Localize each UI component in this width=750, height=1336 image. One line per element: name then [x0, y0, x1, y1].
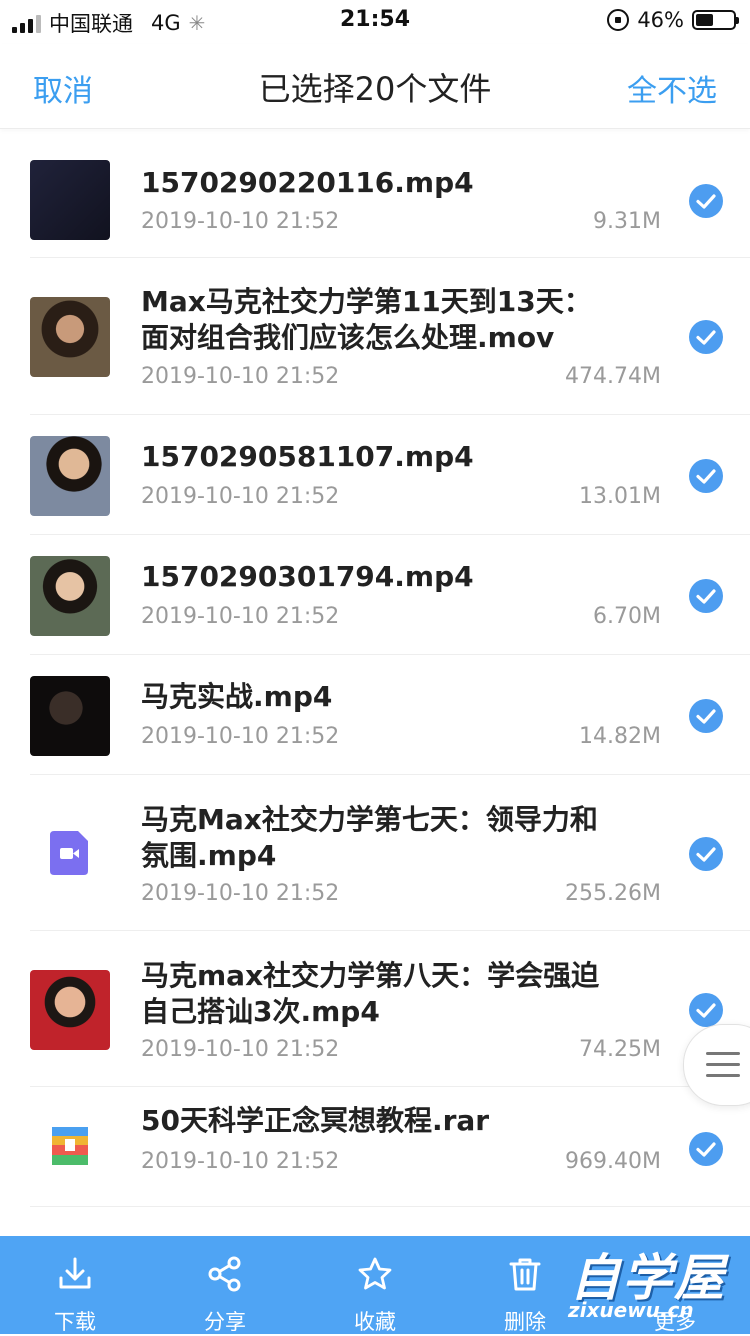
download-icon: [59, 1257, 91, 1289]
file-size: 255.26M: [565, 881, 661, 906]
file-name: 50天科学正念冥想教程.rar: [141, 1104, 490, 1137]
status-bar: 中国联通 4G ✳ 21:54 46%: [0, 0, 750, 44]
video-thumbnail: [30, 297, 110, 377]
checkbox-checked-icon[interactable]: [689, 993, 723, 1027]
file-name: Max马克社交力学第11天到13天：面对组合我们应该怎么处理.mov: [141, 285, 592, 354]
checkbox-checked-icon[interactable]: [689, 699, 723, 733]
file-row[interactable]: 马克Max社交力学第七天：领导力和氛围.mp4 2019-10-10 21:52…: [0, 775, 750, 931]
file-row[interactable]: 1570290581107.mp4 2019-10-10 21:52 13.01…: [0, 415, 750, 535]
checkbox-checked-icon[interactable]: [689, 184, 723, 218]
file-name: 马克Max社交力学第七天：领导力和氛围.mp4: [141, 803, 598, 872]
favorite-label: 收藏: [354, 1310, 396, 1334]
file-meta: 2019-10-10 21:52 6.70M: [141, 604, 661, 629]
file-meta: 2019-10-10 21:52 74.25M: [141, 1037, 661, 1062]
file-date: 2019-10-10 21:52: [141, 1149, 340, 1174]
download-label: 下载: [54, 1310, 96, 1334]
file-meta: 2019-10-10 21:52 474.74M: [141, 364, 661, 389]
file-date: 2019-10-10 21:52: [141, 724, 340, 749]
share-label: 分享: [204, 1310, 246, 1334]
archive-file-icon: [52, 1127, 88, 1165]
trash-icon: [509, 1258, 541, 1291]
checkbox-checked-icon[interactable]: [689, 459, 723, 493]
battery-percent: 46%: [637, 8, 684, 32]
file-row[interactable]: 50天科学正念冥想教程.rar 2019-10-10 21:52 969.40M: [0, 1087, 750, 1207]
file-list: 1570290220116.mp4 2019-10-10 21:52 9.31M…: [0, 130, 750, 1207]
video-thumbnail: [30, 676, 110, 756]
file-meta: 2019-10-10 21:52 969.40M: [141, 1149, 661, 1174]
video-thumbnail: [30, 556, 110, 636]
download-button[interactable]: 下载: [25, 1236, 125, 1334]
video-thumbnail: [30, 436, 110, 516]
checkbox-checked-icon[interactable]: [689, 1132, 723, 1166]
file-date: 2019-10-10 21:52: [141, 1037, 340, 1062]
watermark-url: zixuewu.cn: [568, 1298, 694, 1322]
video-thumbnail: [30, 160, 110, 240]
video-file-icon: [50, 831, 90, 875]
file-size: 6.70M: [593, 604, 661, 629]
checkbox-checked-icon[interactable]: [689, 837, 723, 871]
file-name: 1570290220116.mp4: [141, 166, 474, 199]
share-button[interactable]: 分享: [175, 1236, 275, 1334]
file-size: 969.40M: [565, 1149, 661, 1174]
star-icon: [358, 1257, 392, 1290]
file-name: 马克max社交力学第八天：学会强迫自己搭讪3次.mp4: [141, 959, 600, 1028]
watermark: 自学屋 zixuewu.cn: [560, 1236, 750, 1334]
file-name: 1570290581107.mp4: [141, 440, 474, 473]
checkbox-checked-icon[interactable]: [689, 320, 723, 354]
divider: [30, 1206, 750, 1207]
file-date: 2019-10-10 21:52: [141, 209, 340, 234]
nav-bar: 取消 已选择20个文件 全不选: [0, 44, 750, 129]
checkbox-checked-icon[interactable]: [689, 579, 723, 613]
file-date: 2019-10-10 21:52: [141, 364, 340, 389]
file-meta: 2019-10-10 21:52 255.26M: [141, 881, 661, 906]
file-meta: 2019-10-10 21:52 9.31M: [141, 209, 661, 234]
status-right: 46%: [607, 8, 739, 32]
file-row[interactable]: 马克max社交力学第八天：学会强迫自己搭讪3次.mp4 2019-10-10 2…: [0, 931, 750, 1087]
battery-icon: [692, 10, 739, 30]
file-size: 14.82M: [579, 724, 661, 749]
file-size: 474.74M: [565, 364, 661, 389]
file-size: 74.25M: [579, 1037, 661, 1062]
file-date: 2019-10-10 21:52: [141, 484, 340, 509]
share-icon: [208, 1256, 241, 1292]
file-size: 13.01M: [579, 484, 661, 509]
video-thumbnail: [30, 970, 110, 1050]
file-size: 9.31M: [593, 209, 661, 234]
file-name: 马克实战.mp4: [141, 680, 333, 713]
rotation-lock-icon: [607, 9, 630, 31]
file-name: 1570290301794.mp4: [141, 560, 474, 593]
favorite-button[interactable]: 收藏: [325, 1236, 425, 1334]
file-row[interactable]: Max马克社交力学第11天到13天：面对组合我们应该怎么处理.mov 2019-…: [0, 258, 750, 415]
file-row[interactable]: 1570290220116.mp4 2019-10-10 21:52 9.31M: [0, 130, 750, 258]
deselect-all-button[interactable]: 全不选: [627, 66, 717, 110]
file-meta: 2019-10-10 21:52 13.01M: [141, 484, 661, 509]
file-row[interactable]: 马克实战.mp4 2019-10-10 21:52 14.82M: [0, 655, 750, 775]
file-date: 2019-10-10 21:52: [141, 881, 340, 906]
file-row[interactable]: 1570290301794.mp4 2019-10-10 21:52 6.70M: [0, 535, 750, 655]
file-date: 2019-10-10 21:52: [141, 604, 340, 629]
file-meta: 2019-10-10 21:52 14.82M: [141, 724, 661, 749]
